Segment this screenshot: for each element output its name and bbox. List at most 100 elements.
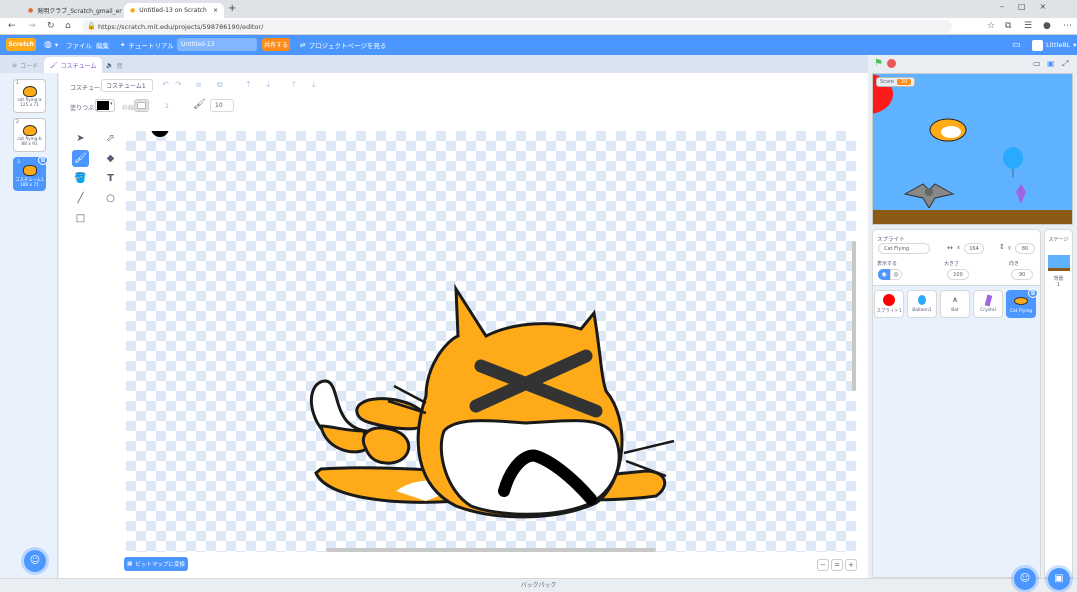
costume-name-input[interactable]: コスチューム1 bbox=[101, 79, 153, 92]
sprite-name: Bat bbox=[951, 308, 959, 313]
zoom-reset-button[interactable]: = bbox=[831, 559, 843, 571]
costume-tile[interactable]: 1 cat flying-a 125 x 71 bbox=[13, 79, 46, 113]
url-field[interactable]: 🔒 https://scratch.mit.edu/projects/59878… bbox=[82, 20, 952, 33]
group-icon[interactable]: ⧈ bbox=[196, 80, 201, 90]
add-sprite-button[interactable]: ☺ bbox=[1014, 568, 1036, 590]
delete-sprite-icon[interactable]: 🗑 bbox=[1028, 288, 1038, 298]
tutorials-menu[interactable]: ✦ チュートリアル bbox=[120, 35, 174, 55]
zoom-in-button[interactable]: + bbox=[845, 559, 857, 571]
x-input[interactable]: 164 bbox=[964, 243, 984, 254]
add-backdrop-button[interactable]: ▣ bbox=[1048, 568, 1070, 590]
fullscreen-icon[interactable]: ⤢ bbox=[1062, 59, 1068, 69]
forward-layer-icon[interactable]: ⇡ bbox=[245, 80, 252, 89]
extensions-icon[interactable]: ☰ bbox=[1024, 18, 1032, 35]
globe-icon: ◍ bbox=[44, 40, 52, 50]
convert-to-bitmap-button[interactable]: ▦ ビットマップに変換 bbox=[124, 557, 188, 571]
file-menu[interactable]: ファイル bbox=[66, 35, 92, 55]
back-icon[interactable]: ← bbox=[8, 18, 16, 35]
zoom-out-button[interactable]: − bbox=[817, 559, 829, 571]
sprite-tile[interactable]: スプライト1 bbox=[874, 290, 904, 318]
size-input[interactable]: 100 bbox=[947, 269, 969, 280]
delete-costume-icon[interactable]: 🗑 bbox=[38, 155, 48, 165]
score-value: 20 bbox=[897, 79, 912, 85]
arrow-icon: ➤ bbox=[76, 133, 85, 144]
show-visible-button[interactable]: ◉ bbox=[878, 269, 890, 280]
stop-icon[interactable] bbox=[887, 59, 896, 68]
sprite-thumbnail bbox=[875, 293, 903, 307]
sprite-tile[interactable]: Crystal bbox=[973, 290, 1003, 318]
text-tool[interactable]: T bbox=[102, 170, 119, 187]
backward-layer-icon[interactable]: ⇣ bbox=[265, 80, 272, 89]
my-stuff-folder-icon[interactable]: ▭ bbox=[1012, 35, 1021, 55]
ungroup-icon[interactable]: ⧉ bbox=[217, 80, 223, 90]
share-button[interactable]: 共有する bbox=[262, 38, 290, 51]
add-costume-button[interactable]: ☺ bbox=[24, 550, 46, 572]
stage-canvas[interactable]: Score 20 bbox=[872, 73, 1073, 225]
paint-canvas[interactable] bbox=[126, 131, 856, 552]
tab-costumes[interactable]: 🖌 コスチューム bbox=[44, 57, 103, 73]
favorites-icon[interactable]: ☆ bbox=[987, 18, 995, 35]
tab-code-label: コード bbox=[20, 62, 39, 70]
scratch-logo[interactable]: Scratch bbox=[6, 38, 36, 51]
sprite-name: スプライト1 bbox=[876, 309, 902, 314]
tab-sounds[interactable]: 🔈 音 bbox=[100, 57, 129, 73]
sprite-tile[interactable]: Balloon1 bbox=[907, 290, 937, 318]
front-layer-icon[interactable]: ⤒ bbox=[292, 80, 296, 90]
line-tool[interactable]: ╱ bbox=[72, 190, 89, 207]
stage-selector-panel[interactable]: ステージ 背景 1 bbox=[1044, 229, 1073, 578]
show-hidden-button[interactable]: ◎ bbox=[890, 269, 902, 280]
zoom-in-icon: + bbox=[848, 561, 854, 569]
browser-tab-1[interactable]: ● 発明クラブ_Scratch_gmail_engli bbox=[22, 3, 122, 18]
new-tab-button[interactable]: + bbox=[228, 3, 236, 14]
tab-sounds-label: 音 bbox=[116, 62, 123, 70]
y-input[interactable]: 80 bbox=[1015, 243, 1035, 254]
forward-icon[interactable]: → bbox=[28, 18, 36, 35]
outline-label: 枠線 bbox=[122, 105, 135, 112]
more-icon[interactable]: ⋯ bbox=[1063, 18, 1072, 35]
sprite-tile[interactable]: ⩚ Bat bbox=[940, 290, 970, 318]
show-label: 表示する bbox=[877, 261, 898, 267]
see-project-page-button[interactable]: ⇄ プロジェクトページを見る bbox=[300, 35, 386, 55]
circle-tool[interactable]: ○ bbox=[102, 190, 119, 207]
convert-to-bitmap-label: ビットマップに変換 bbox=[135, 562, 185, 568]
brush-size-input[interactable]: 10 bbox=[210, 99, 234, 112]
undo-icon[interactable]: ↶ bbox=[162, 80, 169, 89]
fill-color-swatch[interactable]: ▾ bbox=[95, 99, 115, 112]
costume-tile[interactable]: 2 cat flying-b 88 x 91 bbox=[13, 118, 46, 152]
large-stage-icon[interactable]: ▣ bbox=[1047, 59, 1055, 68]
fill-tool[interactable]: 🪣 bbox=[72, 170, 89, 187]
close-tab-icon[interactable]: × bbox=[213, 7, 218, 14]
direction-input[interactable]: 90 bbox=[1011, 269, 1033, 280]
sprite-name-input[interactable]: Cat Flying bbox=[878, 243, 930, 254]
outline-width-value[interactable]: 2 bbox=[165, 103, 169, 110]
account-menu[interactable]: Little8L ▾ bbox=[1032, 35, 1076, 55]
tab-code[interactable]: ≡ コード bbox=[6, 57, 44, 73]
y-arrows-icon: ↕ bbox=[999, 243, 1005, 251]
select-tool[interactable]: ➤ bbox=[72, 130, 89, 147]
brush-tool[interactable]: 🖌 bbox=[72, 150, 89, 167]
browser-tab-2[interactable]: ● Untitled-13 on Scratch × bbox=[124, 3, 224, 18]
edit-menu[interactable]: 編集 bbox=[96, 35, 109, 55]
editor-tabs: ≡ コード 🖌 コスチューム 🔈 音 bbox=[0, 55, 868, 73]
small-stage-icon[interactable]: ▭ bbox=[1033, 59, 1041, 68]
outline-color-swatch[interactable] bbox=[134, 99, 149, 112]
redo-icon[interactable]: ↷ bbox=[175, 80, 182, 89]
sprite-tile-selected[interactable]: Cat Flying 🗑 bbox=[1006, 288, 1038, 318]
project-page-icon: ⇄ bbox=[300, 41, 306, 49]
collections-icon[interactable]: ⧉ bbox=[1005, 18, 1011, 35]
rectangle-tool[interactable]: □ bbox=[72, 210, 89, 227]
back-layer-icon[interactable]: ⤓ bbox=[312, 80, 316, 90]
home-icon[interactable]: ⌂ bbox=[65, 18, 71, 35]
eye-icon: ◉ bbox=[881, 271, 887, 278]
backpack-bar[interactable]: バックパック bbox=[0, 578, 1077, 592]
language-menu[interactable]: ◍ ▾ bbox=[44, 35, 58, 55]
green-flag-icon[interactable]: ⚑ bbox=[874, 58, 883, 69]
horizontal-scrollbar[interactable] bbox=[326, 548, 656, 552]
eraser-tool[interactable]: ◆ bbox=[102, 150, 119, 167]
reshape-tool[interactable]: ⬀ bbox=[102, 130, 119, 147]
reload-icon[interactable]: ↻ bbox=[47, 18, 55, 35]
profile-icon[interactable]: ● bbox=[1043, 18, 1051, 35]
costume-tile-selected[interactable]: 3 コスチューム1 186 x 71 🗑 bbox=[13, 155, 48, 191]
vertical-scrollbar[interactable] bbox=[852, 241, 856, 391]
project-title-input[interactable]: Untitled-13 bbox=[177, 38, 257, 51]
